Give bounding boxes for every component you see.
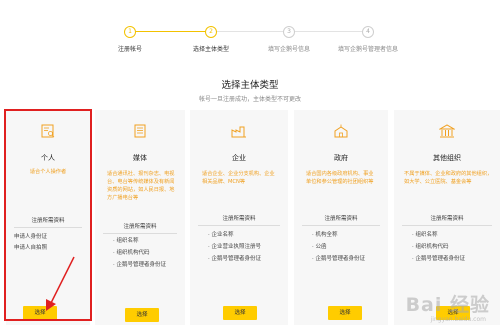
card-government[interactable]: 政府 适合国内各级政府机构、事业单位和参公管理的社团组织等 注册所需资料 · 机… [294, 110, 388, 325]
requirements-title: 注册所需资料 [198, 214, 280, 226]
card-name: 媒体 [133, 154, 147, 162]
requirement-item: · 机构全称 [312, 232, 338, 238]
step-connector [136, 31, 205, 32]
card-name: 其他组织 [433, 154, 461, 162]
step-connector [295, 31, 362, 32]
requirement-item: · 企鹅号管理者身份证 [113, 262, 166, 268]
page-title: 选择主体类型 [221, 80, 279, 91]
watermark-logo: Bai 经验 [405, 294, 490, 316]
card-media[interactable]: 媒体 适合通讯社、报刊杂志、电视台、电台等传统媒体及有新闻资质的网站，如人民日报… [95, 110, 185, 325]
government-building-icon [334, 124, 348, 138]
requirement-item: · 组织机构代码 [113, 250, 150, 256]
step-1-circle: 1 [124, 26, 136, 38]
step-1-label: 注册帐号 [117, 46, 143, 53]
card-description: 不属于媒体、企业和政府的其他组织，如大学、公立医院、基金会等 [404, 171, 493, 185]
step-4-circle: 4 [362, 26, 374, 38]
card-description: 适合企业、企业分支机构、企业相关品牌、MCN等 [202, 171, 275, 185]
step-connector [217, 31, 283, 32]
card-enterprise[interactable]: 企业 适合企业、企业分支机构、企业相关品牌、MCN等 注册所需资料 · 企业名称… [190, 110, 288, 325]
requirements-title: 注册所需资料 [302, 214, 380, 226]
institution-icon [439, 124, 455, 138]
requirement-item: · 组织名称 [412, 232, 438, 238]
requirement-item: · 企鹅号管理者身份证 [208, 256, 261, 262]
select-button[interactable]: 选择 [125, 308, 159, 322]
arrow-icon [46, 256, 75, 311]
requirement-item: · 组织名称 [113, 238, 139, 244]
step-2-label: 选择主体类型 [192, 46, 230, 53]
requirement-item: · 企业营业执照注册号 [208, 244, 261, 250]
requirement-item: · 组织机构代码 [412, 244, 449, 250]
requirement-item: · 企鹅号管理者身份证 [312, 256, 365, 262]
newspaper-icon [134, 124, 146, 138]
requirement-item: · 企业名称 [208, 232, 234, 238]
requirements-title: 注册所需资料 [103, 222, 177, 234]
factory-icon [231, 126, 246, 138]
watermark-url: jingyan.baidu.com [430, 316, 486, 323]
step-3-label: 填写企鹅号信息 [267, 46, 311, 53]
step-3-circle: 3 [283, 26, 295, 38]
card-description: 适合国内各级政府机构、事业单位和参公管理的社团组织等 [306, 171, 374, 185]
requirement-item: · 公函 [312, 244, 327, 250]
card-description: 适合通讯社、报刊杂志、电视台、电台等传统媒体及有新闻资质的网站，如人民日报、地方… [107, 171, 175, 201]
requirement-item: · 企鹅号管理者身份证 [412, 256, 465, 262]
select-button[interactable]: 选择 [328, 306, 362, 320]
card-name: 政府 [334, 154, 348, 162]
requirements-title: 注册所需资料 [402, 214, 492, 226]
step-4-label: 填写企鹅号管理者信息 [337, 46, 399, 53]
step-2-circle: 2 [205, 26, 217, 38]
page-subtitle: 帐号一旦注册成功，主体类型不可更改 [198, 96, 301, 103]
card-name: 企业 [232, 154, 246, 162]
select-button[interactable]: 选择 [223, 306, 257, 320]
